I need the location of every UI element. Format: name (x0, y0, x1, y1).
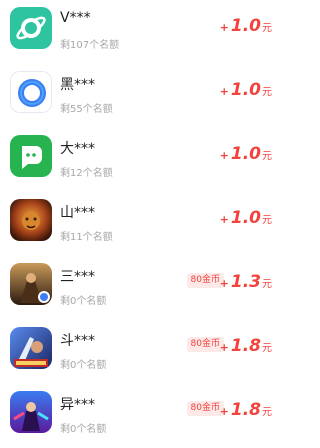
coin-badge: 80金币 (186, 337, 224, 352)
currency-unit: 元 (262, 87, 272, 98)
plus-sign: + (219, 21, 229, 34)
lion-game-icon (10, 199, 52, 241)
warrior-game-icon (10, 263, 52, 305)
plus-sign: + (219, 341, 229, 354)
list-item[interactable]: 山*** 剩11个名额 + 1.0 元 (0, 192, 288, 256)
remaining-quota: 剩11个名额 (60, 232, 113, 243)
plus-sign: + (219, 405, 229, 418)
list-item[interactable]: 黑*** 剩55个名额 + 1.0 元 (0, 64, 288, 128)
coin-badge: 80金币 (186, 401, 224, 416)
reward-amount: + 1.8 元 (220, 400, 272, 420)
list-item[interactable]: 异*** 剩0个名额 80金币 + 1.8 元 (0, 384, 288, 448)
app-name: 大*** (60, 141, 95, 157)
reward-value: 1.8 (230, 400, 261, 420)
chat-app-icon (10, 135, 52, 177)
currency-unit: 元 (262, 23, 272, 34)
reward-amount: + 1.0 元 (220, 144, 272, 164)
reward-amount: + 1.0 元 (220, 80, 272, 100)
list-item[interactable]: 三*** 剩0个名额 80金币 + 1.3 元 (0, 256, 288, 320)
remaining-quota: 剩0个名额 (60, 424, 107, 435)
app-name: 斗*** (60, 333, 95, 349)
list-item[interactable]: 大*** 剩12个名额 + 1.0 元 (0, 128, 288, 192)
remaining-quota: 剩0个名额 (60, 360, 107, 371)
reward-amount: + 1.0 元 (220, 208, 272, 228)
reward-value: 1.0 (230, 80, 261, 100)
reward-value: 1.0 (230, 16, 261, 36)
remaining-quota: 剩107个名额 (60, 40, 120, 51)
app-name: V*** (60, 10, 91, 26)
reward-value: 1.3 (230, 272, 261, 292)
plus-sign: + (219, 149, 229, 162)
app-name: 三*** (60, 269, 95, 285)
remaining-quota: 剩55个名额 (60, 104, 113, 115)
hero-game-icon (10, 391, 52, 433)
battle-game-icon (10, 327, 52, 369)
currency-unit: 元 (262, 343, 272, 354)
app-name: 黑*** (60, 77, 95, 93)
app-name: 异*** (60, 397, 95, 413)
planet-app-icon (10, 7, 52, 49)
currency-unit: 元 (262, 151, 272, 162)
plus-sign: + (219, 277, 229, 290)
list-item[interactable]: 斗*** 剩0个名额 80金币 + 1.8 元 (0, 320, 288, 384)
list-item[interactable]: V*** 剩107个名额 + 1.0 元 (0, 0, 288, 64)
remaining-quota: 剩12个名额 (60, 168, 113, 179)
app-name: 山*** (60, 205, 95, 221)
ring-app-icon (10, 71, 52, 113)
reward-value: 1.0 (230, 208, 261, 228)
plus-sign: + (219, 85, 229, 98)
reward-amount: + 1.0 元 (220, 16, 272, 36)
reward-amount: + 1.8 元 (220, 336, 272, 356)
remaining-quota: 剩0个名额 (60, 296, 107, 307)
currency-unit: 元 (262, 215, 272, 226)
plus-sign: + (219, 213, 229, 226)
currency-unit: 元 (262, 407, 272, 418)
reward-value: 1.0 (230, 144, 261, 164)
reward-amount: + 1.3 元 (220, 272, 272, 292)
currency-unit: 元 (262, 279, 272, 290)
coin-badge: 80金币 (186, 273, 224, 288)
reward-value: 1.8 (230, 336, 261, 356)
